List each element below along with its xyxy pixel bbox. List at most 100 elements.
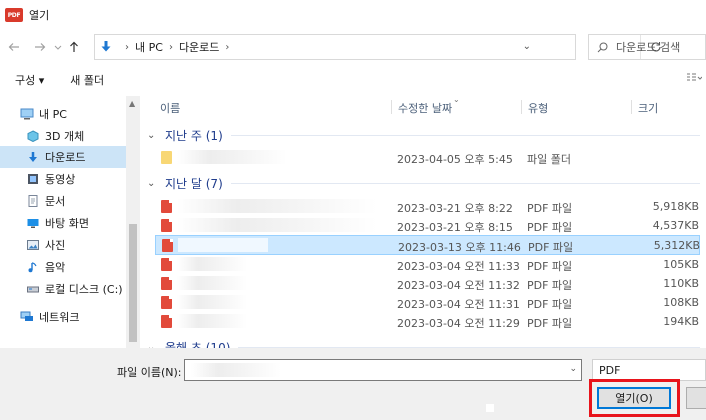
group-header[interactable]: ⌄ 지난 달 (7)	[141, 172, 706, 194]
file-name-redacted	[178, 238, 268, 252]
breadcrumb-separator-icon: ›	[125, 41, 129, 53]
folder-icon	[161, 151, 172, 164]
network-icon	[20, 310, 34, 324]
search-box[interactable]: 다운로드 검색	[588, 34, 706, 60]
sidebar-item-label: 문서	[45, 195, 66, 208]
file-name-redacted	[177, 314, 247, 328]
sidebar-item-music[interactable]: 음악	[0, 256, 126, 278]
file-date: 2023-03-13 오후 11:46	[398, 241, 521, 254]
sidebar-item-network[interactable]: 네트워크	[0, 306, 126, 328]
chevron-down-icon	[54, 45, 62, 50]
pdf-file-icon	[161, 315, 172, 328]
chevron-down-icon[interactable]: ⌄	[569, 364, 577, 374]
organize-button[interactable]: 구성 ▾	[15, 72, 44, 88]
pc-icon	[20, 107, 34, 121]
breadcrumb-item-pc[interactable]: 내 PC	[135, 39, 163, 55]
title-bar: PDF 열기	[0, 0, 706, 30]
file-type: PDF 파일	[527, 260, 573, 273]
file-name-redacted	[177, 257, 247, 271]
scroll-up-icon[interactable]: ▲	[129, 99, 135, 108]
sidebar-item-local-disk[interactable]: 로컬 디스크 (C:)	[0, 278, 126, 300]
group-header[interactable]: ⌄ 올해 초 (10)	[141, 336, 706, 348]
pdf-file-icon	[161, 200, 172, 213]
sidebar-item-label: 사진	[45, 239, 66, 252]
sidebar-scrollbar[interactable]: ▲	[126, 96, 140, 348]
sidebar-item-this-pc[interactable]: 내 PC	[0, 103, 126, 125]
file-type-select[interactable]: PDF	[592, 359, 706, 381]
file-type: PDF 파일	[527, 202, 573, 215]
file-type-value: PDF	[599, 364, 621, 377]
file-type: 파일 폴더	[527, 153, 571, 166]
column-size[interactable]: 크기	[631, 100, 706, 115]
sidebar-item-label: 3D 개체	[45, 130, 85, 143]
list-item[interactable]: 2023-03-04 오전 11:31 PDF 파일 108KB	[155, 293, 700, 312]
pdf-app-icon: PDF	[5, 8, 23, 22]
breadcrumb-item-downloads[interactable]: 다운로드	[179, 39, 219, 55]
list-item[interactable]: 2023-03-04 오전 11:33 PDF 파일 105KB	[155, 255, 700, 274]
sidebar-item-label: 다운로드	[45, 151, 86, 164]
search-icon	[597, 42, 608, 52]
recent-locations-button[interactable]	[52, 37, 64, 57]
filename-label: 파일 이름(N):	[117, 366, 182, 379]
sidebar-item-videos[interactable]: 동영상	[0, 168, 126, 190]
sidebar-item-pictures[interactable]: 사진	[0, 234, 126, 256]
document-icon	[26, 194, 40, 208]
sidebar-item-desktop[interactable]: 바탕 화면	[0, 212, 126, 234]
cancel-button[interactable]	[686, 387, 706, 409]
group-label: 지난 주 (1)	[165, 128, 223, 143]
file-type: PDF 파일	[528, 241, 574, 254]
list-item[interactable]: 2023-04-05 오후 5:45 파일 폴더	[155, 148, 700, 167]
view-list-icon	[687, 73, 703, 81]
column-type[interactable]: 유형	[521, 100, 631, 115]
column-date-label: 수정한 날짜	[398, 102, 453, 115]
group-divider	[230, 182, 700, 184]
list-item[interactable]: 2023-03-21 오후 8:15 PDF 파일 4,537KB	[155, 216, 700, 235]
pdf-file-icon	[162, 239, 173, 252]
sidebar-item-downloads[interactable]: 다운로드	[0, 146, 126, 168]
file-type: PDF 파일	[527, 279, 573, 292]
list-item[interactable]: 2023-03-21 오후 8:22 PDF 파일 5,918KB	[155, 197, 700, 216]
pdf-file-icon	[161, 219, 172, 232]
list-item-selected[interactable]: 2023-03-13 오후 11:46 PDF 파일 5,312KB	[155, 235, 700, 255]
sidebar-item-label: 동영상	[45, 173, 76, 186]
column-name[interactable]: 이름	[160, 100, 180, 115]
cube-icon	[26, 129, 40, 143]
scrollbar-thumb[interactable]	[129, 224, 137, 342]
pdf-file-icon	[161, 277, 172, 290]
pdf-file-icon	[161, 258, 172, 271]
new-folder-button[interactable]: 새 폴더	[70, 72, 104, 88]
arrow-left-icon	[8, 43, 19, 51]
file-size: 110KB	[663, 277, 699, 290]
download-arrow-icon	[101, 41, 111, 52]
file-date: 2023-03-04 오전 11:31	[397, 298, 520, 311]
up-button[interactable]	[64, 37, 84, 57]
forward-button[interactable]	[30, 37, 50, 57]
group-label: 지난 달 (7)	[165, 176, 223, 191]
address-bar[interactable]: › 내 PC › 다운로드 › ⌄	[94, 34, 661, 60]
navigation-bar: › 내 PC › 다운로드 › ⌄ 다운로드 검색	[0, 31, 706, 63]
desktop-icon	[26, 216, 40, 230]
file-name-redacted	[177, 295, 247, 309]
group-divider	[230, 134, 700, 136]
file-size: 108KB	[663, 296, 699, 309]
file-type: PDF 파일	[527, 221, 573, 234]
address-dropdown-icon[interactable]: ⌄	[523, 41, 531, 52]
music-icon	[26, 260, 40, 274]
back-button[interactable]	[4, 37, 24, 57]
dialog-footer: 파일 이름(N): ⌄ PDF 열기(O)	[0, 348, 706, 420]
sidebar-item-documents[interactable]: 문서	[0, 190, 126, 212]
column-header: 이름 수정한 날짜 ⌄ 유형 크기	[141, 96, 706, 118]
list-item[interactable]: 2023-03-04 오전 11:29 PDF 파일 194KB	[155, 312, 700, 331]
list-item[interactable]: 2023-03-04 오전 11:32 PDF 파일 110KB	[155, 274, 700, 293]
open-button[interactable]: 열기(O)	[597, 387, 671, 409]
breadcrumb-separator-icon: ›	[168, 41, 173, 53]
sidebar-item-3d-objects[interactable]: 3D 개체	[0, 125, 126, 147]
collapse-chevron-icon: ⌄	[147, 177, 156, 189]
command-bar: 구성 ▾ 새 폴더	[0, 66, 706, 94]
filename-input[interactable]: ⌄	[184, 359, 582, 381]
group-header[interactable]: ⌄ 지난 주 (1)	[141, 124, 706, 146]
collapse-chevron-icon: ⌄	[147, 129, 156, 141]
pdf-file-icon	[161, 296, 172, 309]
file-size: 4,537KB	[652, 219, 699, 232]
view-options-button[interactable]	[686, 73, 703, 86]
